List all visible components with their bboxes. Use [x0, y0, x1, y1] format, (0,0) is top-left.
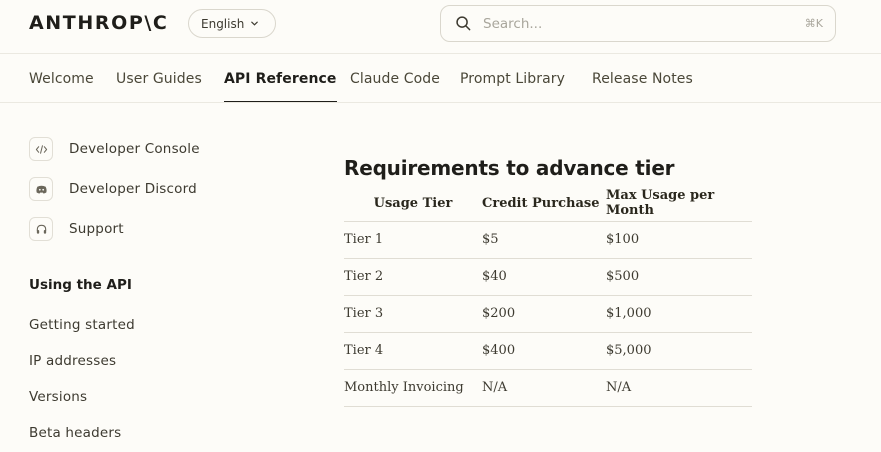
top-header: ANTHROP\C English Search... ⌘K — [0, 0, 881, 54]
table-header-row: Usage Tier Credit Purchase Max Usage per… — [344, 186, 752, 222]
table-row: Tier 3 $200 $1,000 — [344, 295, 752, 333]
sidebar-link-developer-console[interactable]: Developer Console — [29, 137, 200, 161]
column-header: Usage Tier — [344, 186, 482, 222]
table-cell: $100 — [606, 221, 752, 259]
sidebar-link-developer-discord[interactable]: Developer Discord — [29, 177, 197, 201]
search-bar[interactable]: Search... ⌘K — [440, 5, 836, 42]
sidebar-item-ip-addresses[interactable]: IP addresses — [29, 353, 116, 369]
sidebar-item-getting-started[interactable]: Getting started — [29, 317, 135, 333]
table-cell: Tier 4 — [344, 332, 482, 370]
sidebar-link-label: Developer Console — [69, 141, 200, 157]
table-cell: N/A — [482, 369, 606, 407]
table-cell: Tier 3 — [344, 295, 482, 333]
language-label: English — [201, 16, 245, 31]
chevron-down-icon — [251, 21, 259, 26]
tab-release-notes[interactable]: Release Notes — [592, 71, 693, 102]
column-header: Credit Purchase — [482, 186, 606, 222]
sidebar-section-heading: Using the API — [29, 277, 132, 293]
language-selector[interactable]: English — [188, 9, 276, 38]
sidebar-link-support[interactable]: Support — [29, 217, 124, 241]
code-icon — [29, 137, 53, 161]
table-cell: $1,000 — [606, 295, 752, 333]
nav-tabs: Welcome User Guides API Reference Claude… — [0, 55, 881, 103]
search-icon — [456, 16, 471, 31]
tab-claude-code[interactable]: Claude Code — [350, 71, 440, 102]
search-placeholder: Search... — [483, 15, 543, 32]
search-shortcut: ⌘K — [804, 17, 823, 30]
sidebar-link-label: Support — [69, 221, 124, 237]
tab-user-guides[interactable]: User Guides — [116, 71, 202, 102]
tier-requirements-table: Usage Tier Credit Purchase Max Usage per… — [344, 186, 752, 407]
table-row: Monthly Invoicing N/A N/A — [344, 369, 752, 407]
section-title: Requirements to advance tier — [344, 156, 675, 180]
table-cell: Tier 1 — [344, 221, 482, 259]
table-cell: Tier 2 — [344, 258, 482, 296]
table-cell: N/A — [606, 369, 752, 407]
table-cell: $5,000 — [606, 332, 752, 370]
discord-icon — [29, 177, 53, 201]
table-cell: $40 — [482, 258, 606, 296]
table-cell: $400 — [482, 332, 606, 370]
sidebar-link-label: Developer Discord — [69, 181, 197, 197]
table-cell: $200 — [482, 295, 606, 333]
tab-welcome[interactable]: Welcome — [29, 71, 94, 102]
anthropic-logo[interactable]: ANTHROP\C — [29, 12, 168, 34]
headset-icon — [29, 217, 53, 241]
table-cell: Monthly Invoicing — [344, 369, 482, 407]
table-cell: $5 — [482, 221, 606, 259]
tab-prompt-library[interactable]: Prompt Library — [460, 71, 565, 102]
table-row: Tier 4 $400 $5,000 — [344, 332, 752, 370]
sidebar-item-beta-headers[interactable]: Beta headers — [29, 425, 121, 441]
column-header: Max Usage per Month — [606, 186, 752, 222]
tab-api-reference[interactable]: API Reference — [224, 71, 337, 102]
sidebar-item-versions[interactable]: Versions — [29, 389, 87, 405]
table-row: Tier 1 $5 $100 — [344, 221, 752, 259]
table-row: Tier 2 $40 $500 — [344, 258, 752, 296]
table-cell: $500 — [606, 258, 752, 296]
